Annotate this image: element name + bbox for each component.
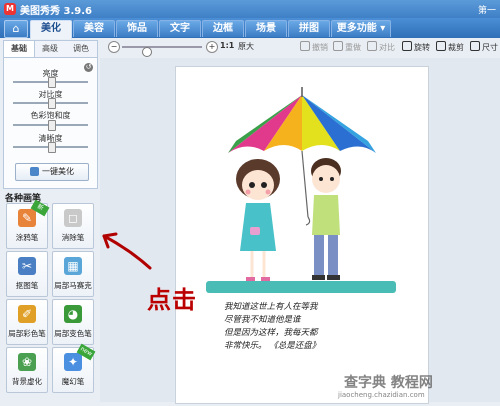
watermark-title: 查字典 教程网 <box>344 375 433 391</box>
watermark: 查字典 教程网 jiaocheng.chazidian.com <box>338 372 500 402</box>
annotation-arrow <box>102 232 152 270</box>
click-annotation: 点击 <box>147 285 197 314</box>
watermark-url: jiaocheng.chazidian.com <box>338 391 425 399</box>
